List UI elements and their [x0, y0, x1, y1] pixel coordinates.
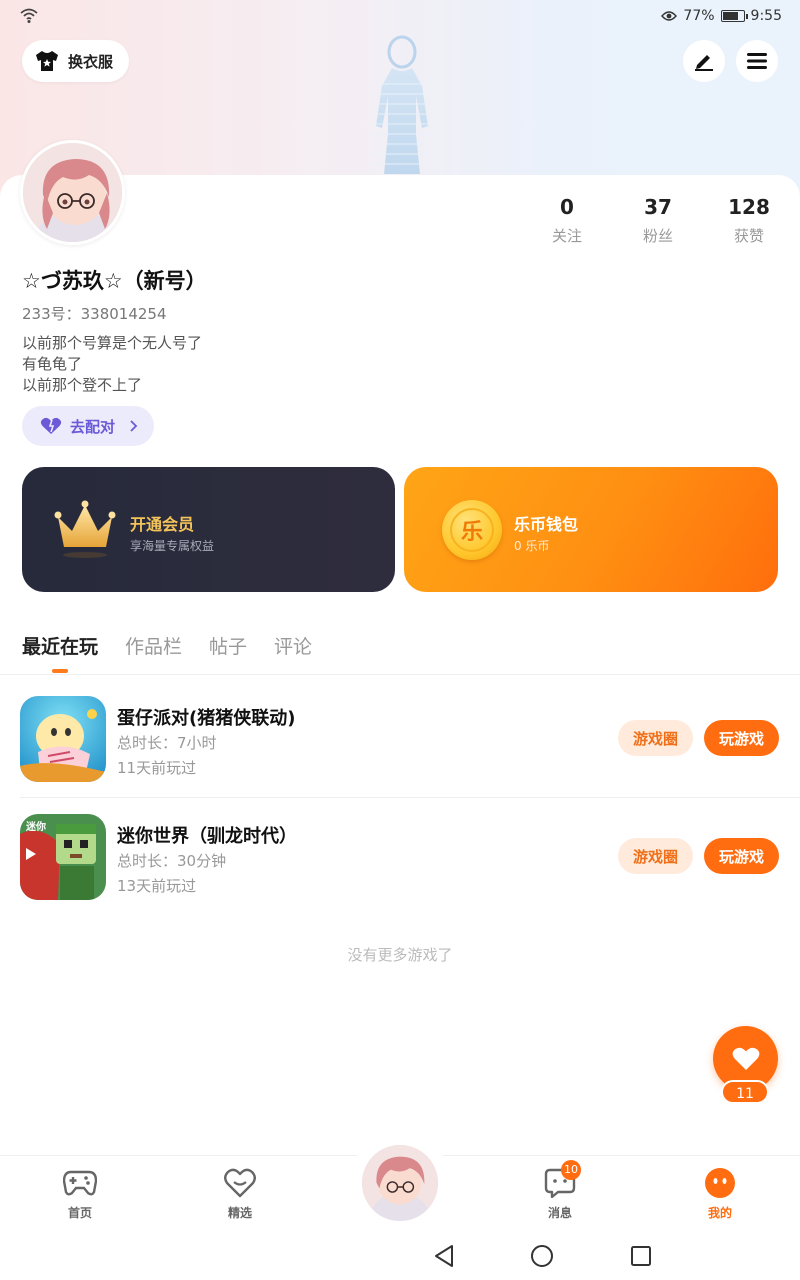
favorite-count-badge: 11 [721, 1080, 769, 1104]
nav-featured-label: 精选 [227, 1206, 252, 1220]
heart-icon [732, 1047, 759, 1070]
stat-following[interactable]: 0 关注 [527, 195, 607, 246]
play-game-button[interactable]: 玩游戏 [704, 720, 779, 756]
no-more-games-text: 没有更多游戏了 [347, 946, 453, 964]
mine-face-icon [705, 1168, 735, 1198]
shirt-icon [36, 51, 58, 71]
menu-icon [747, 53, 767, 69]
nav-messages[interactable]: 10 消息 [520, 1160, 600, 1221]
battery-icon [720, 10, 748, 22]
nav-featured[interactable]: 精选 [200, 1166, 280, 1221]
nav-center-avatar[interactable] [362, 1145, 438, 1221]
nav-mine-label: 我的 [707, 1206, 732, 1220]
battery-percent: 77% [683, 8, 715, 24]
coin-icon: 乐 [442, 500, 502, 560]
wifi-icon [20, 8, 38, 23]
chevron-right-icon [130, 420, 138, 432]
game-circle-button[interactable]: 游戏圈 [618, 838, 693, 874]
likes-label: 获赞 [733, 227, 764, 245]
bio-line: 以前那个号算是个无人号了 [22, 334, 203, 352]
following-label: 关注 [551, 227, 582, 245]
tab-works[interactable]: 作品栏 [125, 632, 182, 659]
game-duration: 总时长：7小时 [117, 734, 217, 752]
heart-icon [40, 417, 62, 434]
bio-line: 以前那个登不上了 [22, 376, 143, 394]
followers-count: 37 [644, 195, 672, 219]
status-bar: 77% 9:55 [0, 0, 800, 34]
eye-icon [661, 11, 678, 21]
crown-icon [54, 500, 116, 558]
recents-icon[interactable] [630, 1245, 652, 1267]
game-last-played: 11天前玩过 [117, 759, 197, 777]
wallet-card[interactable]: 乐 乐币钱包 0 乐币 [404, 467, 778, 592]
followers-label: 粉丝 [642, 227, 673, 245]
game-name: 迷你世界（驯龙时代） [117, 826, 297, 847]
game-icon-mini-world[interactable]: 迷你 [20, 814, 106, 900]
tab-active-indicator [52, 669, 68, 673]
tab-divider [0, 674, 800, 675]
coin-char: 乐 [450, 508, 494, 552]
stat-followers[interactable]: 37 粉丝 [618, 195, 698, 246]
system-nav-bar [0, 1230, 800, 1280]
stat-likes[interactable]: 128 获赞 [709, 195, 789, 246]
following-count: 0 [560, 195, 574, 219]
content-tabs: 最近在玩 作品栏 帖子 评论 [22, 632, 339, 659]
game-circle-button[interactable]: 游戏圈 [618, 720, 693, 756]
tab-posts[interactable]: 帖子 [209, 632, 247, 659]
username: ☆づ苏玖☆（新号） [22, 269, 207, 293]
profile-avatar[interactable] [20, 140, 125, 245]
tab-comments[interactable]: 评论 [274, 632, 312, 659]
vip-title: 开通会员 [130, 515, 195, 534]
user-id: 233号：338014254 [22, 305, 167, 323]
vip-subtitle: 享海量专属权益 [130, 539, 215, 553]
gamepad-icon [63, 1170, 97, 1196]
menu-button[interactable] [736, 40, 778, 82]
game-name: 蛋仔派对(猪猪侠联动) [117, 708, 296, 729]
nav-mine[interactable]: 我的 [680, 1166, 760, 1221]
play-game-button[interactable]: 玩游戏 [704, 838, 779, 874]
bio-line: 有龟龟了 [22, 355, 83, 373]
game-duration: 总时长：30分钟 [117, 852, 227, 870]
wallet-balance: 0 乐币 [514, 539, 550, 553]
back-icon[interactable] [433, 1244, 455, 1268]
change-outfit-button[interactable]: 换衣服 [22, 40, 130, 82]
game-last-played: 13天前玩过 [117, 877, 197, 895]
home-icon[interactable] [530, 1244, 554, 1268]
game-row[interactable]: 迷你 迷你世界（驯龙时代） 总时长：30分钟 13天前玩过 游戏圈 玩游戏 [0, 798, 800, 916]
vip-card[interactable]: 开通会员 享海量专属权益 [22, 467, 395, 592]
wallet-title: 乐币钱包 [514, 515, 579, 534]
clock: 9:55 [750, 8, 782, 24]
nav-home[interactable]: 首页 [40, 1166, 120, 1221]
messages-badge: 10 [561, 1160, 581, 1180]
heart-outline-icon [224, 1168, 256, 1198]
edit-icon [695, 55, 713, 71]
bio: 以前那个号算是个无人号了 有龟龟了 以前那个登不上了 [22, 333, 202, 396]
edit-profile-button[interactable] [683, 40, 725, 82]
pair-label: 去配对 [70, 417, 116, 436]
avatar-3d-figure[interactable] [362, 34, 440, 174]
nav-messages-label: 消息 [547, 1206, 572, 1220]
svg-text:迷你: 迷你 [25, 820, 46, 833]
game-icon-eggy-party[interactable] [20, 696, 106, 782]
tab-recent-played[interactable]: 最近在玩 [22, 632, 98, 659]
game-row[interactable]: 蛋仔派对(猪猪侠联动) 总时长：7小时 11天前玩过 游戏圈 玩游戏 [0, 680, 800, 798]
change-outfit-label: 换衣服 [68, 52, 114, 71]
nav-home-label: 首页 [67, 1206, 92, 1220]
likes-count: 128 [728, 195, 770, 219]
pair-button[interactable]: 去配对 [22, 406, 154, 446]
